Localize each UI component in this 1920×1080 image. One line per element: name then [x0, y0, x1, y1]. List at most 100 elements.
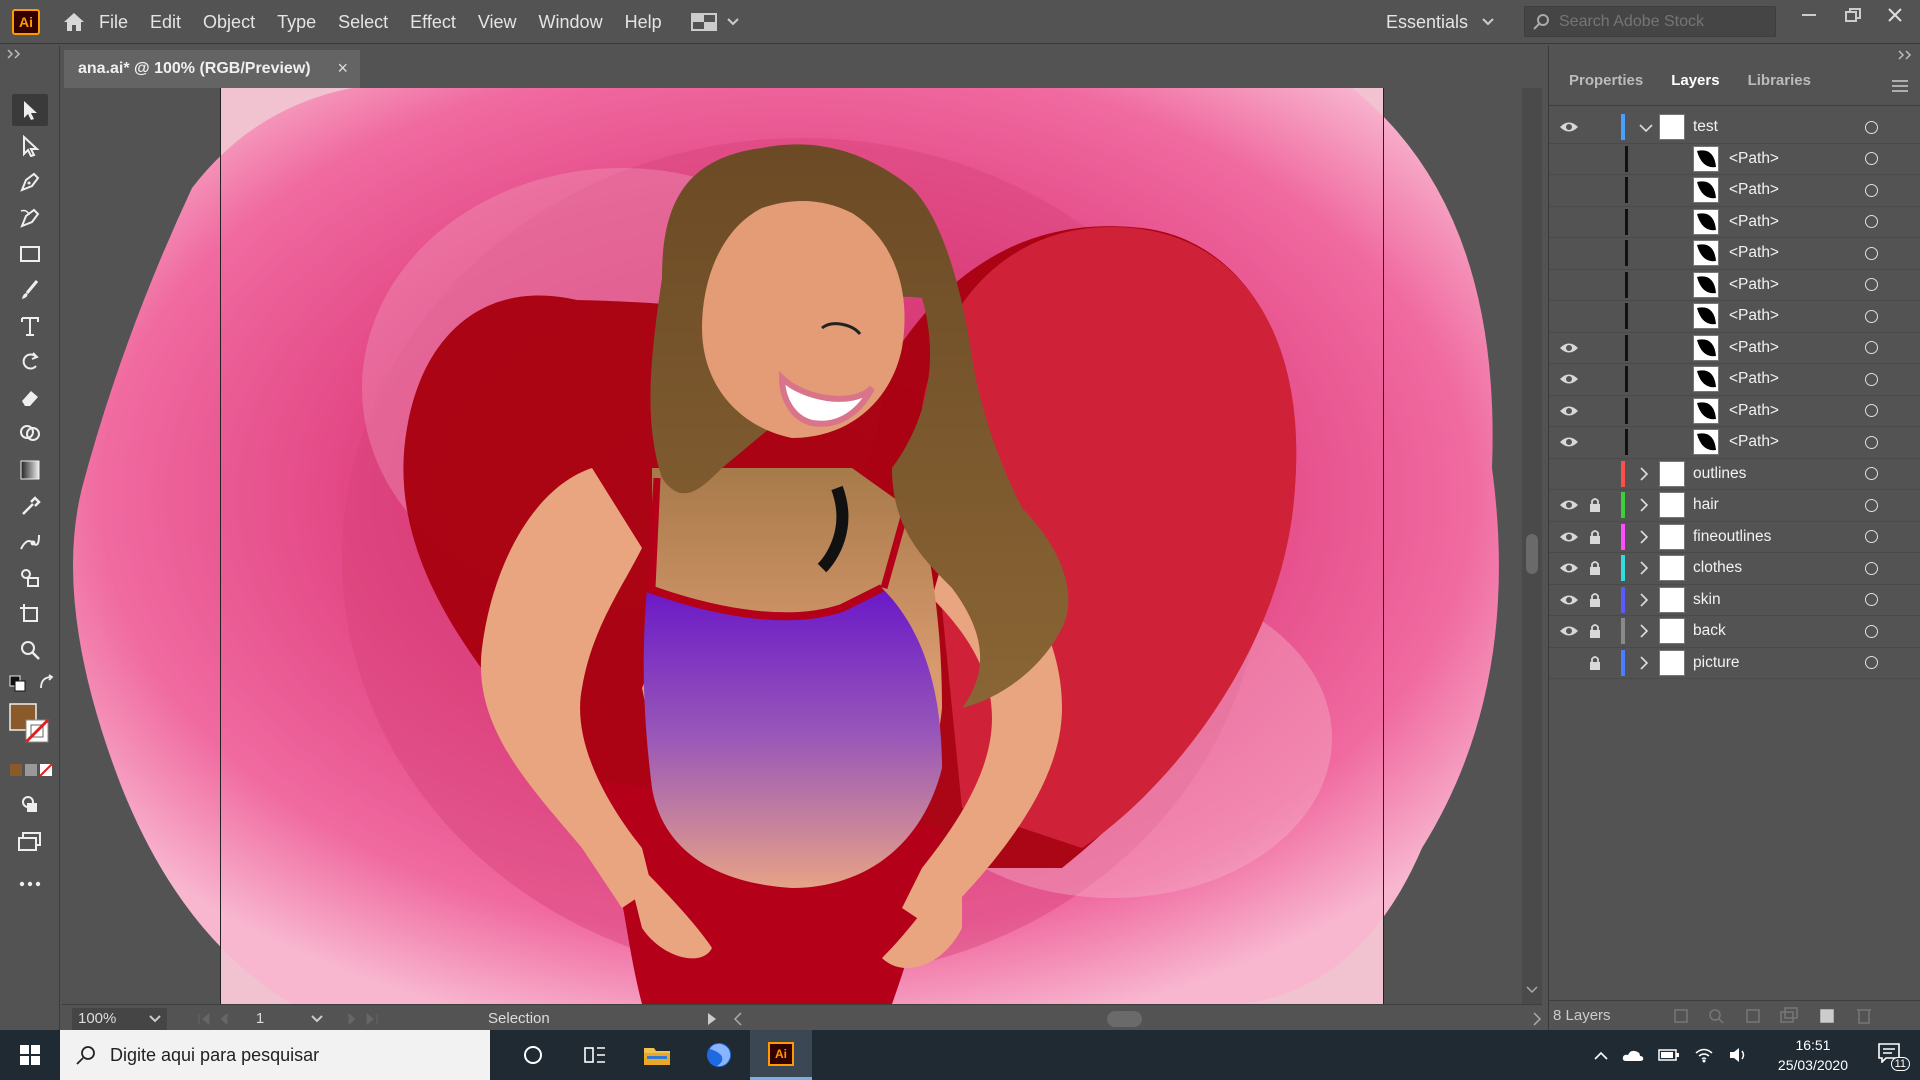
- artboard-next-icons[interactable]: [339, 1012, 388, 1026]
- target-circle-icon[interactable]: [1865, 278, 1878, 292]
- layer-row[interactable]: picture: [1549, 648, 1920, 679]
- rectangle-tool[interactable]: [12, 238, 48, 270]
- target-circle-icon[interactable]: [1865, 309, 1878, 323]
- chevron-down-icon[interactable]: [1639, 120, 1653, 134]
- tab-properties[interactable]: Properties: [1555, 72, 1657, 105]
- target-circle-icon[interactable]: [1865, 183, 1878, 197]
- lock-icon[interactable]: [1589, 497, 1603, 513]
- menu-edit[interactable]: Edit: [139, 0, 192, 44]
- lock-icon[interactable]: [1589, 214, 1603, 230]
- scroll-right-icon[interactable]: [1532, 1011, 1542, 1026]
- sublayer-row[interactable]: <Path>: [1549, 332, 1920, 364]
- chevron-up-icon[interactable]: [1594, 1050, 1608, 1060]
- visibility-eye-icon[interactable]: [1559, 404, 1581, 418]
- sublayer-row[interactable]: <Path>: [1549, 395, 1920, 427]
- sublayer-row[interactable]: <Path>: [1549, 175, 1920, 207]
- artboard-tool[interactable]: [12, 598, 48, 630]
- battery-icon[interactable]: [1658, 1048, 1680, 1062]
- lock-icon[interactable]: [1589, 560, 1603, 576]
- visibility-eye-icon[interactable]: [1559, 120, 1581, 134]
- target-circle-icon[interactable]: [1865, 467, 1878, 481]
- visibility-eye-icon[interactable]: [1559, 278, 1581, 292]
- layer-row[interactable]: test: [1549, 112, 1920, 144]
- adobe-stock-search[interactable]: [1524, 6, 1776, 37]
- more-tools-icon[interactable]: [12, 868, 48, 900]
- type-tool[interactable]: [12, 310, 48, 342]
- visibility-eye-icon[interactable]: [1559, 467, 1581, 481]
- minimize-button[interactable]: [1792, 0, 1826, 30]
- target-circle-icon[interactable]: [1865, 435, 1878, 449]
- menu-select[interactable]: Select: [327, 0, 399, 44]
- file-explorer-icon[interactable]: [626, 1030, 688, 1080]
- layer-row[interactable]: back: [1549, 616, 1920, 648]
- visibility-eye-icon[interactable]: [1559, 183, 1581, 197]
- sublayer-row[interactable]: <Path>: [1549, 269, 1920, 301]
- chevron-right-icon[interactable]: [1639, 498, 1653, 512]
- vertical-scrollbar[interactable]: [1522, 88, 1542, 1004]
- layer-row[interactable]: clothes: [1549, 553, 1920, 585]
- layer-row[interactable]: outlines: [1549, 459, 1920, 490]
- menu-effect[interactable]: Effect: [399, 0, 467, 44]
- status-menu-arrow-icon[interactable]: [707, 1012, 717, 1026]
- target-circle-icon[interactable]: [1865, 656, 1878, 670]
- scroll-down-icon[interactable]: [1526, 986, 1538, 994]
- illustrator-taskbar-icon[interactable]: Ai: [750, 1030, 812, 1080]
- chevron-right-icon[interactable]: [1639, 530, 1653, 544]
- visibility-eye-icon[interactable]: [1559, 246, 1581, 260]
- target-circle-icon[interactable]: [1865, 498, 1878, 512]
- lock-icon[interactable]: [1589, 623, 1603, 639]
- puppet-warp-tool[interactable]: [12, 526, 48, 558]
- lock-icon[interactable]: [1589, 466, 1603, 482]
- sublayer-row[interactable]: <Path>: [1549, 238, 1920, 270]
- menu-type[interactable]: Type: [266, 0, 327, 44]
- visibility-eye-icon[interactable]: [1559, 435, 1581, 449]
- gradient-tool[interactable]: [12, 454, 48, 486]
- cortana-icon[interactable]: [502, 1030, 564, 1080]
- paintbrush-tool[interactable]: [12, 274, 48, 306]
- lock-icon[interactable]: [1589, 655, 1603, 671]
- chevron-right-icon[interactable]: [1639, 656, 1653, 670]
- target-circle-icon[interactable]: [1865, 624, 1878, 638]
- layer-row[interactable]: hair: [1549, 490, 1920, 522]
- scrollbar-thumb[interactable]: [1526, 534, 1538, 574]
- pen-tool[interactable]: [12, 166, 48, 198]
- sublayer-row[interactable]: <Path>: [1549, 364, 1920, 396]
- lock-icon[interactable]: [1589, 277, 1603, 293]
- zoom-tool[interactable]: [12, 634, 48, 666]
- target-circle-icon[interactable]: [1865, 561, 1878, 575]
- document-tab[interactable]: ana.ai* @ 100% (RGB/Preview) ×: [64, 50, 360, 88]
- visibility-eye-icon[interactable]: [1559, 372, 1581, 386]
- default-fill-stroke-icon[interactable]: [6, 672, 28, 694]
- firefox-icon[interactable]: [688, 1030, 750, 1080]
- sublayer-row[interactable]: <Path>: [1549, 301, 1920, 333]
- symbol-sprayer-tool[interactable]: [12, 562, 48, 594]
- sublayer-row[interactable]: <Path>: [1549, 206, 1920, 238]
- notifications-button[interactable]: 11: [1878, 1043, 1910, 1071]
- selection-tool[interactable]: [12, 94, 48, 126]
- restore-button[interactable]: [1836, 0, 1870, 30]
- visibility-eye-icon[interactable]: [1559, 593, 1581, 607]
- visibility-eye-icon[interactable]: [1559, 309, 1581, 323]
- horizontal-scroll-thumb[interactable]: [1106, 1010, 1143, 1027]
- sublayer-row[interactable]: <Path>: [1549, 143, 1920, 175]
- close-window-button[interactable]: [1878, 0, 1912, 30]
- eyedropper-tool[interactable]: [12, 490, 48, 522]
- layer-row[interactable]: fineoutlines: [1549, 522, 1920, 553]
- lock-icon[interactable]: [1589, 371, 1603, 387]
- layer-row[interactable]: skin: [1549, 585, 1920, 616]
- draw-mode-icon[interactable]: [12, 788, 48, 820]
- onedrive-icon[interactable]: [1622, 1048, 1644, 1062]
- lock-icon[interactable]: [1589, 182, 1603, 198]
- fill-stroke-swatch[interactable]: [4, 698, 54, 748]
- scroll-left-icon[interactable]: [733, 1011, 743, 1026]
- tab-layers[interactable]: Layers: [1657, 72, 1734, 105]
- menu-object[interactable]: Object: [192, 0, 266, 44]
- visibility-eye-icon[interactable]: [1559, 530, 1581, 544]
- canvas-area[interactable]: [62, 88, 1522, 1004]
- swap-fill-stroke-icon[interactable]: [36, 672, 58, 694]
- close-tab-icon[interactable]: ×: [337, 58, 348, 79]
- layer-action-icons[interactable]: [1671, 1006, 1901, 1026]
- artboard-number[interactable]: 1: [250, 1008, 329, 1030]
- screen-mode-icon[interactable]: [12, 826, 48, 858]
- sublayer-row[interactable]: <Path>: [1549, 427, 1920, 459]
